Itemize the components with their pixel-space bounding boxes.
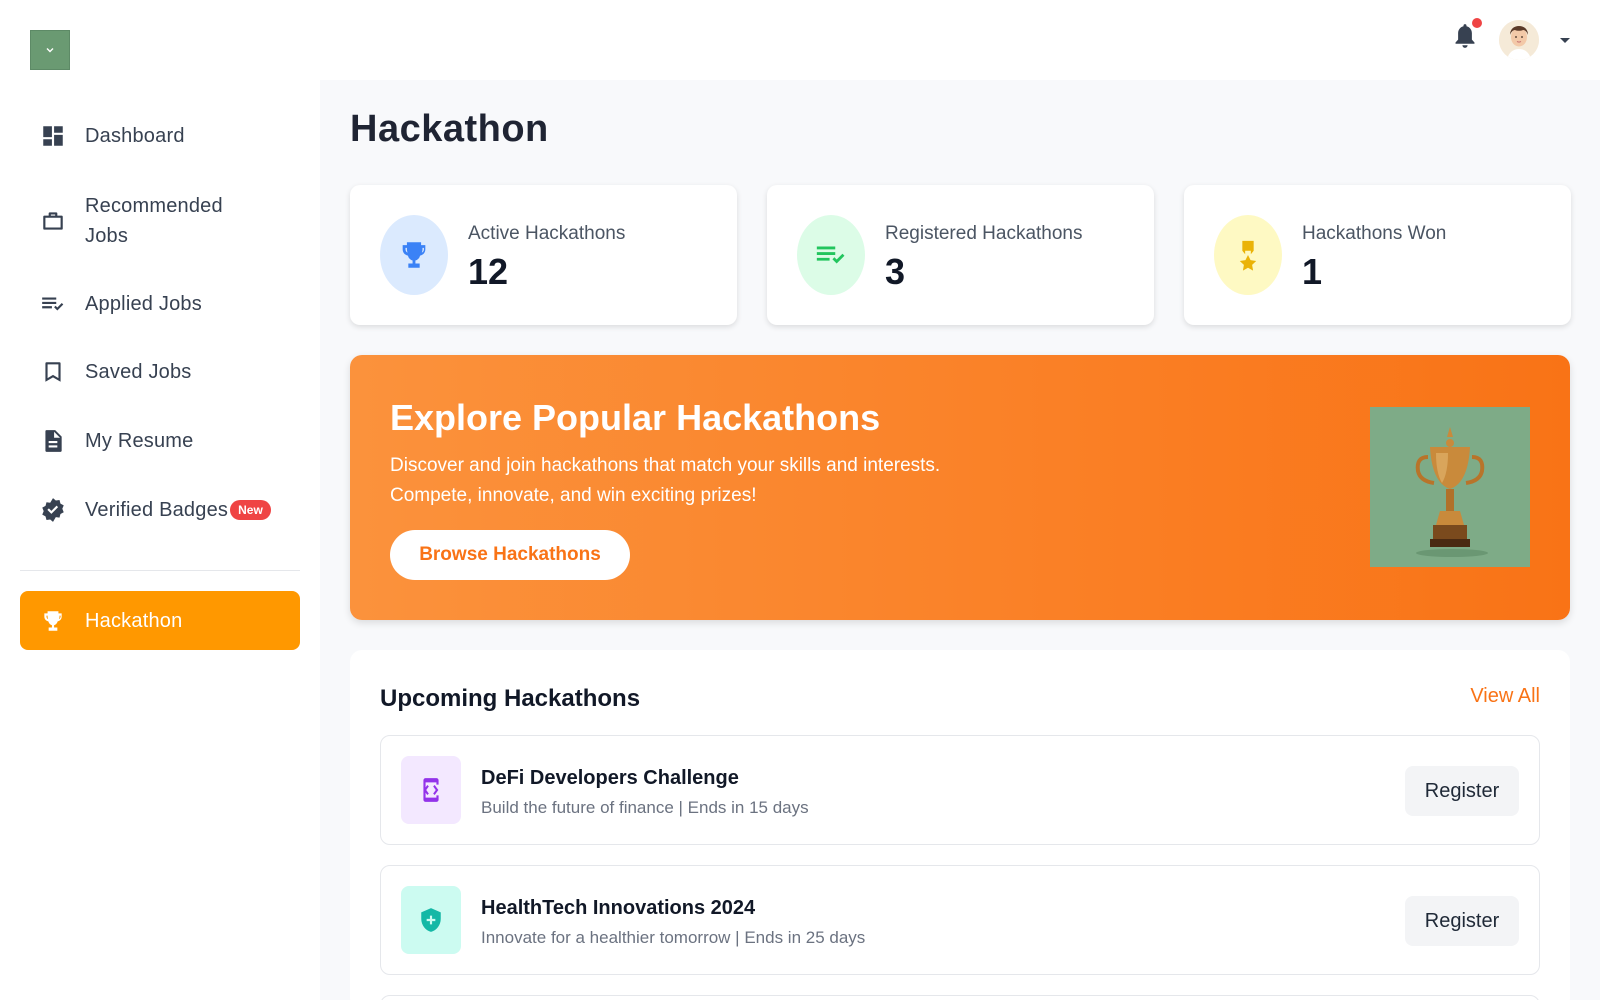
hackathon-list-item: HealthTech Innovations 2024 Innovate for… bbox=[380, 865, 1540, 975]
banner-title: Explore Popular Hackathons bbox=[390, 397, 881, 438]
explore-banner: Explore Popular Hackathons Discover and … bbox=[350, 355, 1570, 620]
register-button[interactable]: Register bbox=[1405, 896, 1519, 946]
view-all-link[interactable]: View All bbox=[1470, 685, 1540, 708]
top-header bbox=[0, 0, 1600, 80]
new-badge: New bbox=[230, 500, 271, 520]
stat-card-registered: Registered Hackathons 3 bbox=[767, 185, 1154, 325]
stat-label: Active Hackathons bbox=[468, 223, 626, 244]
sidebar-item-my-resume[interactable]: My Resume bbox=[20, 413, 300, 469]
hackathon-description: Build the future of finance | Ends in 15… bbox=[481, 798, 809, 817]
app-logo[interactable] bbox=[30, 30, 70, 70]
stat-card-active: Active Hackathons 12 bbox=[350, 185, 737, 325]
stat-value: 12 bbox=[468, 251, 509, 292]
sidebar-item-applied-jobs[interactable]: Applied Jobs bbox=[20, 276, 300, 332]
trophy-icon bbox=[40, 608, 66, 634]
golden-trophy-image bbox=[1370, 407, 1530, 567]
hackathon-name: HealthTech Innovations 2024 bbox=[481, 897, 756, 919]
sidebar-item-recommended-jobs[interactable]: Recommended Jobs bbox=[20, 180, 300, 262]
page-title: Hackathon bbox=[350, 108, 549, 150]
stat-card-won: Hackathons Won 1 bbox=[1184, 185, 1571, 325]
avatar[interactable] bbox=[1499, 20, 1539, 60]
banner-description: Discover and join hackathons that match … bbox=[390, 451, 1030, 511]
sidebar-item-label: Verified Badges bbox=[85, 499, 229, 521]
notification-dot bbox=[1472, 18, 1482, 28]
sidebar-item-dashboard[interactable]: Dashboard bbox=[20, 108, 300, 164]
stat-value: 3 bbox=[885, 251, 906, 292]
sidebar-item-verified-badges[interactable]: Verified Badges New bbox=[20, 482, 300, 538]
hackathon-list-item: DeFi Developers Challenge Build the futu… bbox=[380, 735, 1540, 845]
sidebar-item-saved-jobs[interactable]: Saved Jobs bbox=[20, 344, 300, 400]
chevron-down-icon bbox=[46, 48, 54, 53]
document-icon bbox=[40, 428, 66, 454]
trophy-icon bbox=[380, 215, 448, 295]
dashboard-icon bbox=[40, 123, 66, 149]
banner-description-line: Compete, innovate, and win exciting priz… bbox=[390, 485, 757, 506]
browse-hackathons-button[interactable]: Browse Hackathons bbox=[390, 530, 630, 580]
checklist-icon bbox=[797, 215, 865, 295]
sidebar-item-label: My Resume bbox=[85, 430, 194, 452]
sidebar-item-hackathon[interactable]: Hackathon bbox=[20, 591, 300, 650]
sidebar-item-label: Recommended Jobs bbox=[85, 195, 223, 247]
user-avatar-icon bbox=[1499, 20, 1539, 60]
stat-label: Hackathons Won bbox=[1302, 223, 1447, 244]
hackathon-list-item bbox=[380, 995, 1540, 1000]
hackathon-description: Innovate for a healthier tomorrow | Ends… bbox=[481, 928, 866, 947]
hackathon-name: DeFi Developers Challenge bbox=[481, 767, 739, 789]
health-shield-icon bbox=[401, 886, 461, 954]
sidebar-item-label: Dashboard bbox=[85, 125, 185, 147]
section-title: Upcoming Hackathons bbox=[380, 685, 641, 712]
sidebar: Dashboard Recommended Jobs Applied Jobs … bbox=[0, 80, 320, 1000]
upcoming-hackathons-panel: Upcoming Hackathons View All DeFi Develo… bbox=[350, 650, 1570, 1000]
caret-down-icon[interactable] bbox=[1558, 35, 1572, 45]
checklist-icon bbox=[40, 291, 66, 317]
sidebar-item-label: Hackathon bbox=[85, 609, 183, 632]
medal-icon bbox=[1214, 215, 1282, 295]
banner-description-line: Discover and join hackathons that match … bbox=[390, 455, 941, 476]
sidebar-divider bbox=[20, 570, 300, 571]
briefcase-icon bbox=[40, 208, 66, 234]
main-content: Hackathon Active Hackathons 12 Registere… bbox=[320, 80, 1600, 1000]
verified-badge-icon bbox=[40, 497, 66, 523]
code-device-icon bbox=[401, 756, 461, 824]
sidebar-item-label: Saved Jobs bbox=[85, 361, 192, 383]
register-button[interactable]: Register bbox=[1405, 766, 1519, 816]
stat-value: 1 bbox=[1302, 251, 1323, 292]
bookmark-icon bbox=[40, 359, 66, 385]
sidebar-item-label: Applied Jobs bbox=[85, 293, 202, 315]
stat-label: Registered Hackathons bbox=[885, 223, 1083, 244]
